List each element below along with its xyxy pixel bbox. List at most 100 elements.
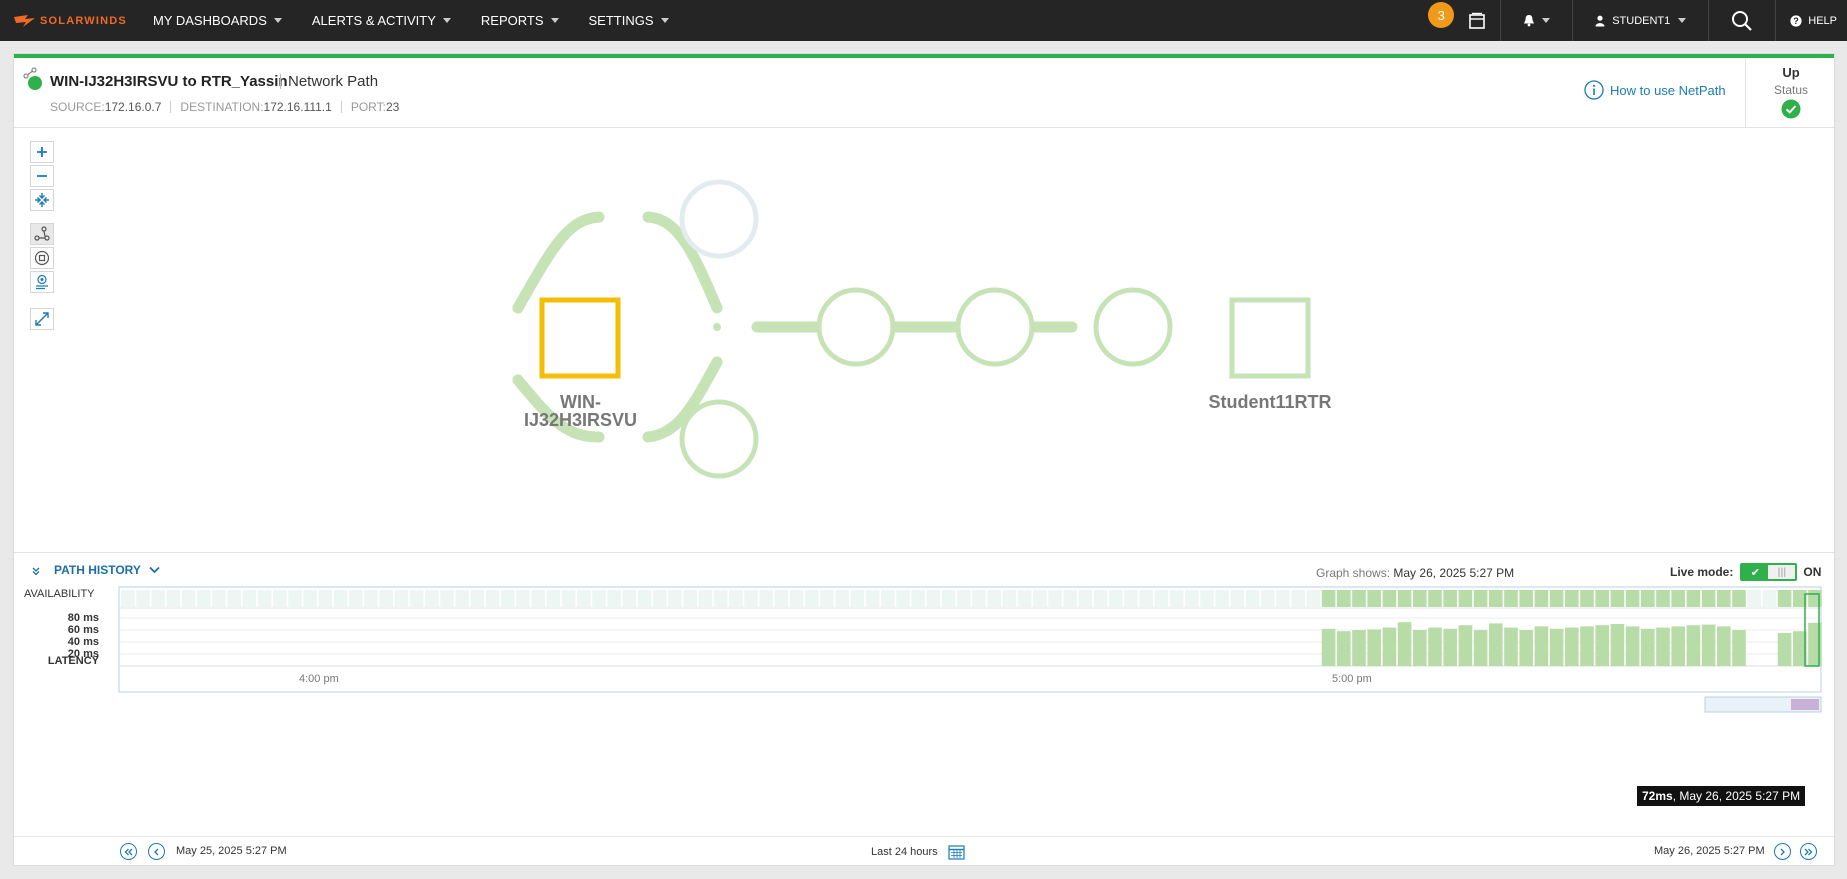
latency-bar[interactable] bbox=[1808, 622, 1822, 666]
latency-bar[interactable] bbox=[1413, 630, 1427, 666]
availability-cell bbox=[1504, 590, 1518, 607]
hop-node[interactable] bbox=[679, 399, 759, 479]
latency-bar[interactable] bbox=[1458, 625, 1473, 666]
availability-cell bbox=[409, 590, 424, 607]
availability-cell bbox=[288, 590, 302, 607]
menu-settings[interactable]: SETTINGS bbox=[589, 13, 669, 28]
latency-bar[interactable] bbox=[1641, 628, 1655, 666]
latency-bar[interactable] bbox=[1534, 626, 1549, 666]
availability-cell bbox=[1489, 590, 1503, 607]
range-label: Last 24 hours bbox=[871, 846, 938, 858]
availability-cell bbox=[516, 590, 530, 607]
time-label: 5:00 pm bbox=[1332, 673, 1372, 685]
help-button[interactable]: ? HELP bbox=[1776, 0, 1847, 41]
availability-cell bbox=[485, 590, 500, 607]
availability-cell bbox=[577, 590, 591, 607]
latency-bar[interactable] bbox=[1701, 624, 1716, 666]
unknown-hop-node[interactable] bbox=[679, 179, 759, 259]
latency-bar[interactable] bbox=[1519, 630, 1533, 666]
latency-bar[interactable] bbox=[1777, 633, 1792, 666]
hop-node[interactable] bbox=[816, 287, 896, 367]
last-page-button[interactable] bbox=[1800, 843, 1817, 860]
notifications-button[interactable]: 3 bbox=[1428, 0, 1500, 41]
latency-bar[interactable] bbox=[1565, 627, 1579, 666]
source-node[interactable] bbox=[539, 297, 621, 379]
solarwinds-logo[interactable]: SOLARWINDS bbox=[14, 14, 127, 28]
latency-bar[interactable] bbox=[1443, 628, 1457, 666]
hop-node[interactable] bbox=[1093, 287, 1173, 367]
latency-bar[interactable] bbox=[1595, 625, 1609, 666]
menu-reports[interactable]: REPORTS bbox=[481, 13, 559, 28]
brand-name: SOLARWINDS bbox=[40, 14, 127, 27]
path-link bbox=[512, 211, 605, 314]
availability-cell bbox=[865, 590, 880, 607]
calendar-icon[interactable] bbox=[948, 845, 965, 860]
availability-cell bbox=[379, 590, 393, 607]
latency-bar[interactable] bbox=[1732, 630, 1746, 666]
range-start: May 25, 2025 5:27 PM bbox=[176, 845, 287, 857]
availability-cell bbox=[440, 590, 454, 607]
path-history-panel: PATH HISTORY Graph shows: May 26, 2025 5… bbox=[14, 552, 1834, 867]
availability-cell bbox=[1717, 590, 1731, 607]
availability-cell bbox=[1565, 590, 1579, 607]
alerts-bell-button[interactable] bbox=[1501, 0, 1572, 41]
availability-cell bbox=[987, 590, 1001, 607]
first-page-button[interactable] bbox=[120, 843, 137, 860]
menu-my-dashboards[interactable]: MY DASHBOARDS bbox=[153, 13, 282, 28]
latency-bar[interactable] bbox=[1549, 628, 1564, 666]
latency-bar[interactable] bbox=[1610, 624, 1625, 666]
latency-bar[interactable] bbox=[1656, 627, 1670, 666]
chevron-left-icon bbox=[154, 848, 159, 855]
availability-cell bbox=[1261, 590, 1275, 607]
availability-cell bbox=[1306, 590, 1321, 607]
latency-bar[interactable] bbox=[1382, 627, 1397, 666]
latency-bar[interactable] bbox=[1428, 627, 1442, 666]
availability-cell bbox=[1656, 590, 1670, 607]
latency-bar[interactable] bbox=[1321, 628, 1336, 666]
latency-bar[interactable] bbox=[1489, 623, 1503, 666]
help-icon: ? bbox=[1790, 14, 1802, 27]
latency-bar[interactable] bbox=[1367, 629, 1381, 666]
availability-cell bbox=[197, 590, 211, 607]
availability-cell bbox=[941, 590, 956, 607]
availability-cell bbox=[212, 590, 226, 607]
destination-node[interactable] bbox=[1229, 297, 1311, 379]
availability-cell bbox=[273, 590, 287, 607]
availability-cell bbox=[501, 590, 515, 607]
availability-cell bbox=[698, 590, 713, 607]
latency-bar[interactable] bbox=[1625, 626, 1640, 666]
user-menu[interactable]: STUDENT1 bbox=[1573, 0, 1708, 41]
menu-alerts-activity[interactable]: ALERTS & ACTIVITY bbox=[312, 13, 451, 28]
availability-cell bbox=[1093, 590, 1108, 607]
availability-cell bbox=[972, 590, 986, 607]
user-icon bbox=[1595, 15, 1605, 26]
availability-cell bbox=[789, 590, 804, 607]
search-button[interactable] bbox=[1709, 0, 1775, 41]
latency-bar[interactable] bbox=[1686, 625, 1701, 666]
availability-cell bbox=[1701, 590, 1716, 607]
availability-cell bbox=[166, 590, 181, 607]
availability-cell bbox=[455, 590, 469, 607]
double-chevron-right-icon bbox=[1804, 848, 1813, 855]
latency-bar[interactable] bbox=[1671, 626, 1685, 666]
next-page-button[interactable] bbox=[1774, 843, 1791, 860]
path-history-chart[interactable] bbox=[14, 553, 1836, 838]
latency-bar[interactable] bbox=[1473, 630, 1488, 666]
previous-page-button[interactable] bbox=[148, 843, 165, 860]
latency-bar[interactable] bbox=[1504, 627, 1518, 666]
notification-count-badge[interactable]: 3 bbox=[1428, 2, 1455, 28]
availability-cell bbox=[546, 590, 561, 607]
availability-cell bbox=[1291, 590, 1305, 607]
latency-bar[interactable] bbox=[1397, 622, 1412, 666]
tooltip-value: 72ms bbox=[1642, 789, 1673, 803]
latency-bar[interactable] bbox=[1337, 631, 1351, 666]
latency-bar[interactable] bbox=[1717, 626, 1731, 666]
caret-down-icon bbox=[273, 18, 282, 23]
availability-cell bbox=[1017, 590, 1032, 607]
availability-cell bbox=[1777, 590, 1792, 607]
hop-node[interactable] bbox=[955, 287, 1035, 367]
latency-bar[interactable] bbox=[1580, 626, 1594, 666]
availability-cell bbox=[561, 590, 576, 607]
latency-bar[interactable] bbox=[1352, 630, 1366, 666]
availability-cell bbox=[1321, 590, 1336, 607]
